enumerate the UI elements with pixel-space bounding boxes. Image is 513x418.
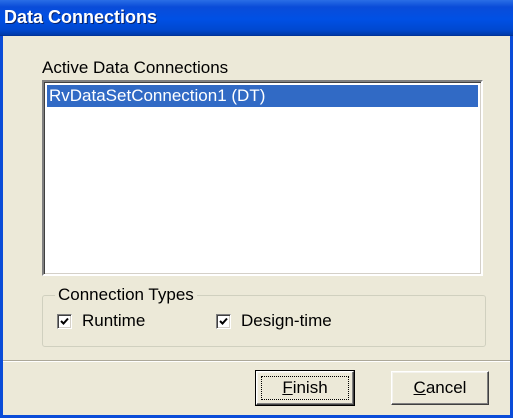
finish-label-rest: inish [292,378,328,397]
cancel-button[interactable]: Cancel [391,371,489,405]
title-bar[interactable]: Data Connections [0,0,513,36]
design-time-checkbox[interactable] [216,314,231,329]
active-connections-listbox[interactable]: RvDataSetConnection1 (DT) [42,80,483,276]
check-icon [60,317,69,325]
cancel-button-label: Cancel [414,378,467,397]
active-connections-label: Active Data Connections [42,58,229,77]
check-icon [219,317,228,325]
button-separator [3,360,510,362]
list-item-rvdatasetconnection1[interactable]: RvDataSetConnection1 (DT) [47,85,478,107]
window-title: Data Connections [4,7,158,27]
finish-button-label: Finish [282,378,327,397]
finish-button[interactable]: Finish [255,370,355,406]
cancel-mnemonic: C [413,378,426,397]
cancel-label-rest: ancel [425,378,467,397]
design-time-label[interactable]: Design-time [241,311,332,331]
finish-mnemonic: F [282,378,293,397]
data-connections-dialog: Data Connections Active Data Connections… [0,0,513,418]
runtime-label[interactable]: Runtime [82,311,145,331]
connection-types-legend: Connection Types [55,285,197,305]
runtime-checkbox[interactable] [57,314,72,329]
